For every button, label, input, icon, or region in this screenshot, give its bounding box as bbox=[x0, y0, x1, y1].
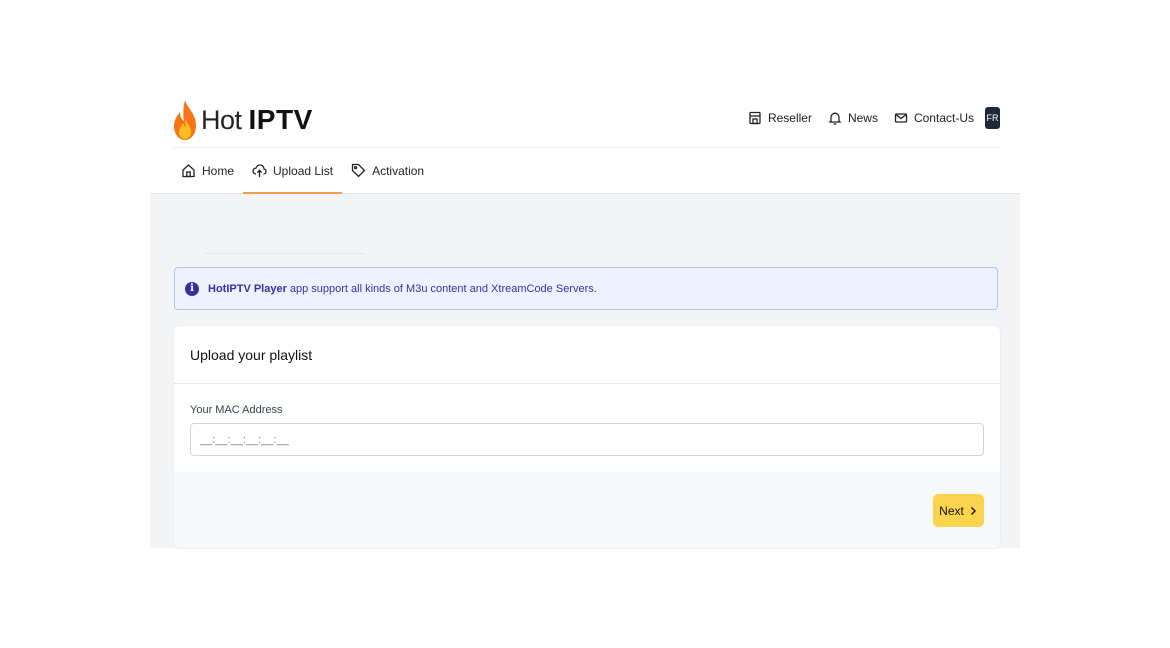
upload-card: Upload your playlist Your MAC Address Ne… bbox=[174, 326, 1000, 548]
alert-text: app support all kinds of M3u content and… bbox=[289, 282, 597, 295]
main-content: i HotIPTV Player app support all kinds o… bbox=[150, 194, 1020, 548]
tab-upload-list-label: Upload List bbox=[273, 163, 334, 178]
tab-activation[interactable]: Activation bbox=[342, 148, 433, 193]
language-switch[interactable]: FR bbox=[985, 107, 1000, 129]
tab-upload-list[interactable]: Upload List bbox=[243, 148, 343, 194]
page: Hot IPTV Reseller News Contact-Us FR Hom… bbox=[150, 0, 1020, 548]
chevron-right-icon bbox=[970, 506, 976, 515]
bell-icon bbox=[828, 112, 842, 125]
mac-address-input[interactable] bbox=[190, 423, 984, 456]
tab-home-label: Home bbox=[202, 163, 235, 178]
header: Hot IPTV Reseller News Contact-Us FR Hom… bbox=[150, 0, 1020, 194]
news-link[interactable]: News bbox=[828, 111, 878, 125]
mail-icon bbox=[894, 113, 908, 123]
decorative-line bbox=[205, 253, 365, 254]
top-nav: Reseller News Contact-Us FR bbox=[732, 106, 1000, 130]
brand-name-light: Hot bbox=[201, 104, 242, 135]
main-tabs: Home Upload List Activation bbox=[172, 148, 433, 194]
contact-us-label: Contact-Us bbox=[913, 111, 974, 125]
news-label: News bbox=[847, 111, 878, 125]
reseller-link[interactable]: Reseller bbox=[748, 111, 812, 125]
card-footer: Next bbox=[174, 472, 1000, 548]
info-icon: i bbox=[185, 281, 199, 296]
home-icon bbox=[182, 164, 195, 178]
card-body: Your MAC Address bbox=[174, 384, 1000, 472]
card-title: Upload your playlist bbox=[174, 326, 1000, 384]
logo[interactable]: Hot IPTV bbox=[172, 98, 313, 142]
info-alert: i HotIPTV Player app support all kinds o… bbox=[174, 267, 998, 310]
next-button-label: Next bbox=[939, 503, 964, 518]
contact-us-link[interactable]: Contact-Us bbox=[894, 111, 974, 125]
alert-brand: HotIPTV Player bbox=[208, 282, 287, 295]
tag-icon bbox=[351, 163, 366, 178]
store-icon bbox=[749, 111, 761, 125]
next-button[interactable]: Next bbox=[933, 494, 984, 527]
mac-address-label: Your MAC Address bbox=[190, 404, 283, 416]
reseller-label: Reseller bbox=[767, 111, 812, 125]
flame-icon bbox=[174, 100, 196, 140]
upload-cloud-icon bbox=[252, 164, 267, 177]
tab-home[interactable]: Home bbox=[172, 148, 243, 193]
tab-activation-label: Activation bbox=[372, 163, 425, 178]
brand-name-bold: IPTV bbox=[248, 104, 313, 135]
